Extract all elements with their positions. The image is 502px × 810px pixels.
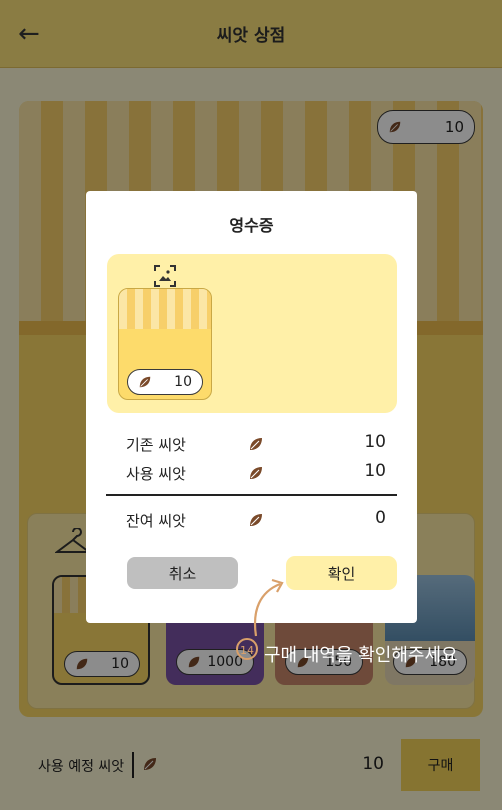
row-label: 사용 씨앗 [126, 465, 186, 483]
row-value: 10 [364, 461, 386, 481]
item-price: 10 [174, 374, 192, 390]
thumbnail-wallpaper [119, 289, 211, 329]
row-value: 10 [364, 432, 386, 452]
dialog-title: 영수증 [229, 216, 274, 235]
seed-icon [250, 438, 262, 450]
receipt-row-existing: 기존 씨앗 10 [126, 432, 386, 454]
item-preview: 10 [107, 254, 397, 413]
seed-icon [250, 467, 262, 479]
row-value: 0 [375, 508, 386, 528]
seed-shop-screen: ← 씨앗 상점 10 10 1000 150 180 사용 예정 씨앗 10 구… [0, 0, 502, 810]
seed-icon [250, 514, 262, 526]
row-label: 기존 씨앗 [126, 436, 186, 454]
seed-icon [139, 376, 151, 388]
item-thumbnail: 10 [118, 288, 212, 400]
fullscreen-image-icon[interactable] [153, 264, 177, 288]
tutorial-step-number: 14 [240, 644, 254, 657]
cancel-button[interactable]: 취소 [127, 557, 238, 589]
total-divider [106, 494, 397, 496]
receipt-dialog: 영수증 10 기존 씨앗 10 사용 씨앗 10 잔여 씨앗 0 취소 확인 [86, 191, 417, 623]
receipt-row-used: 사용 씨앗 10 [126, 461, 386, 483]
item-price-badge: 10 [127, 369, 203, 395]
confirm-button[interactable]: 확인 [286, 556, 397, 590]
receipt-row-remaining: 잔여 씨앗 0 [126, 508, 386, 530]
tutorial-hint-text: 구매 내역을 확인해주세요 [264, 645, 458, 666]
row-label: 잔여 씨앗 [126, 512, 186, 530]
